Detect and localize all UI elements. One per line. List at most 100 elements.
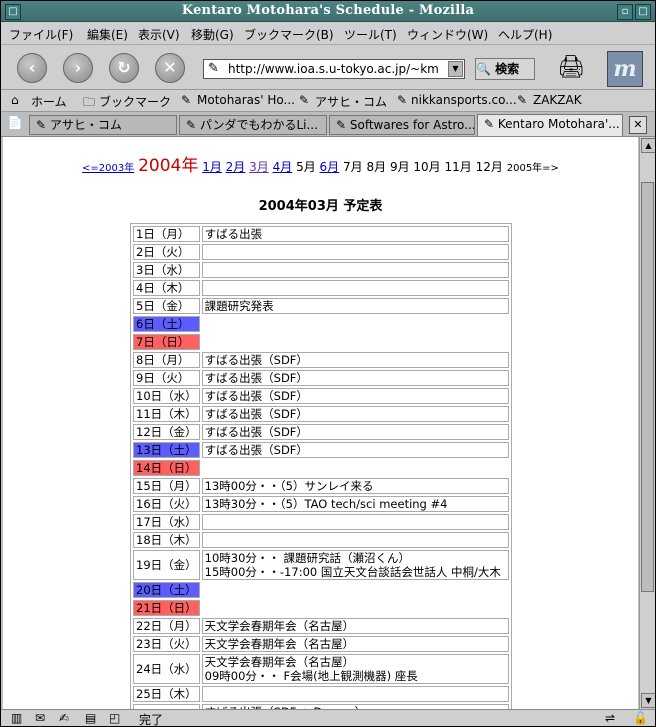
- new-tab-icon[interactable]: 📄: [7, 116, 23, 131]
- day-cell: 2日（火）: [133, 244, 200, 260]
- current-year: 2004年: [138, 156, 199, 176]
- link-icon: ✎: [517, 93, 528, 107]
- navigator-icon[interactable]: ▥: [11, 711, 22, 725]
- month-link: 7月: [343, 160, 363, 174]
- event-text: 13時00分・・（5）サンレイ来る: [204, 479, 374, 493]
- title-bar[interactable]: □ Kentaro Motohara's Schedule - Mozilla …: [1, 1, 655, 22]
- event-cell: 天文学会春期年会（名古屋）: [201, 618, 509, 634]
- table-row: 8日（月） すばる出張（SDF）: [133, 352, 509, 368]
- address-book-icon[interactable]: ▤: [85, 711, 96, 725]
- month-link[interactable]: 2月: [226, 160, 246, 174]
- table-row: 13日（土） すばる出張（SDF）: [133, 442, 509, 458]
- day-cell: 6日（土）: [133, 316, 200, 332]
- reload-icon[interactable]: ↻: [109, 53, 139, 83]
- menu-tools[interactable]: ツール(T): [344, 26, 397, 43]
- event-text: 課題研究発表: [204, 299, 274, 313]
- event-text: 10時30分・・ 課題研究話（瀬沼くん）: [204, 551, 411, 565]
- event-cell: 13時30分・・（5）TAO tech/sci meeting #4: [201, 496, 509, 512]
- next-year-link[interactable]: 2005年=>: [507, 163, 559, 174]
- browser-window: □ Kentaro Motohara's Schedule - Mozilla …: [0, 0, 656, 727]
- schedule-table: 1日（月） すばる出張 2日（火） 3日（水） 4日（木） 5日（金） 課題研究発表 6日（土…: [130, 223, 512, 710]
- home-icon: ⌂: [11, 93, 19, 107]
- tab-motohara[interactable]: ✎ Kentaro Motohara'...: [477, 114, 623, 136]
- stop-icon[interactable]: ✕: [155, 53, 185, 83]
- event-cell: [201, 262, 509, 278]
- event-text: 13時30分・・（5）TAO tech/sci meeting #4: [204, 497, 448, 511]
- menu-go[interactable]: 移動(G): [191, 26, 234, 43]
- event-cell: すばる出張（SDF）: [201, 388, 509, 404]
- event-text: すばる出張: [204, 227, 263, 241]
- event-cell: 課題研究発表: [201, 298, 509, 314]
- maximize-button[interactable]: □: [635, 4, 651, 20]
- event-cell: 天文学会春期年会（名古屋）: [201, 636, 509, 652]
- day-cell: 18日（木）: [133, 532, 200, 548]
- day-cell: 5日（金）: [133, 298, 200, 314]
- tab-label: パンダでもわかるLi...: [199, 118, 318, 132]
- table-row: 7日（日）: [133, 334, 509, 350]
- bookmark-motoharas[interactable]: Motoharas' Ho...: [197, 93, 295, 107]
- print-icon[interactable]: 🖨: [557, 55, 585, 80]
- menu-help[interactable]: ヘルプ(H): [498, 26, 552, 43]
- tab-panda[interactable]: ✎ パンダでもわかるLi...: [179, 115, 327, 135]
- prev-year-link[interactable]: <=2003年: [82, 163, 134, 174]
- link-icon: ✎: [299, 93, 310, 107]
- security-lock-icon[interactable]: 🔓: [633, 711, 648, 725]
- close-tab-icon[interactable]: ✕: [629, 116, 647, 134]
- personal-toolbar: ⌂ ホーム 🗀 ブックマーク ✎ Motoharas' Ho... ✎ アサヒ・…: [1, 90, 655, 112]
- event-cell: すばる出張（SDF）: [201, 424, 509, 440]
- month-link[interactable]: 1月: [202, 160, 222, 174]
- composer-icon[interactable]: ✍: [59, 711, 69, 725]
- month-link[interactable]: 6月: [320, 160, 340, 174]
- day-cell: 12日（金）: [133, 424, 200, 440]
- table-row: 16日（火） 13時30分・・（5）TAO tech/sci meeting #4: [133, 496, 509, 512]
- search-button[interactable]: 🔍 検索: [475, 58, 535, 80]
- month-link[interactable]: 3月: [249, 160, 269, 174]
- url-text[interactable]: http://www.ioa.s.u-tokyo.ac.jp/~kmotohar…: [228, 62, 438, 76]
- event-cell: [201, 532, 509, 548]
- tab-asahi[interactable]: ✎ アサヒ・コム: [29, 115, 177, 135]
- menu-view[interactable]: 表示(V): [138, 26, 180, 43]
- vertical-scrollbar[interactable]: ▲ ▼: [639, 137, 655, 710]
- table-row: 4日（木）: [133, 280, 509, 296]
- day-cell: 16日（火）: [133, 496, 200, 512]
- event-cell: [201, 280, 509, 296]
- event-cell: 13時00分・・（5）サンレイ来る: [201, 478, 509, 494]
- url-dropdown-icon[interactable]: ▼: [448, 61, 463, 77]
- scroll-up-icon[interactable]: ▲: [641, 138, 655, 153]
- menu-file[interactable]: ファイル(F): [9, 26, 73, 43]
- month-link[interactable]: 4月: [273, 160, 293, 174]
- chat-icon[interactable]: ◰: [109, 711, 120, 725]
- mozilla-throbber-icon[interactable]: m: [607, 51, 643, 87]
- month-link: 9月: [389, 160, 410, 174]
- url-field[interactable]: ✎ http://www.ioa.s.u-tokyo.ac.jp/~kmotoh…: [203, 59, 465, 79]
- menu-edit[interactable]: 編集(E): [87, 26, 128, 43]
- day-cell: 3日（水）: [133, 262, 200, 278]
- event-text: すばる出張（SDF）: [204, 389, 308, 403]
- table-row: 6日（土）: [133, 316, 509, 332]
- table-row: 25日（木）: [133, 686, 509, 702]
- bookmark-home[interactable]: ホーム: [31, 93, 67, 110]
- forward-arrow-icon[interactable]: ›: [63, 53, 93, 83]
- tab-label: Kentaro Motohara'...: [497, 117, 620, 131]
- event-text: すばる出張（SDF）: [204, 407, 308, 421]
- bookmark-asahi[interactable]: アサヒ・コム: [315, 93, 387, 110]
- tab-softwares[interactable]: ✎ Softwares for Astro...: [329, 115, 475, 135]
- menu-bookmarks[interactable]: ブックマーク(B): [244, 26, 334, 43]
- online-icon[interactable]: ⇌: [605, 711, 615, 725]
- bookmark-nikkansports[interactable]: nikkansports.co...: [411, 93, 517, 107]
- back-arrow-icon[interactable]: ‹: [17, 53, 47, 83]
- table-row: 24日（水） 天文学会春期年会（名古屋） 09時00分・・ F会場(地上観測機器) …: [133, 654, 509, 684]
- event-text: 天文学会春期年会（名古屋）: [204, 637, 355, 651]
- bookmark-folder[interactable]: ブックマーク: [99, 93, 171, 110]
- bookmark-zakzak[interactable]: ZAKZAK: [533, 93, 582, 107]
- folder-icon: 🗀: [83, 95, 96, 109]
- day-cell: 7日（日）: [133, 334, 200, 350]
- mail-icon[interactable]: ✉: [35, 711, 45, 725]
- menu-window[interactable]: ウィンドウ(W): [407, 26, 488, 43]
- table-row: 10日（水） すばる出張（SDF）: [133, 388, 509, 404]
- minimize-button[interactable]: ▫: [617, 4, 633, 20]
- day-cell: 15日（月）: [133, 478, 200, 494]
- scroll-thumb[interactable]: [641, 182, 654, 592]
- scroll-down-icon[interactable]: ▼: [641, 693, 655, 708]
- menu-bar: ファイル(F) 編集(E) 表示(V) 移動(G) ブックマーク(B) ツール(…: [1, 22, 655, 45]
